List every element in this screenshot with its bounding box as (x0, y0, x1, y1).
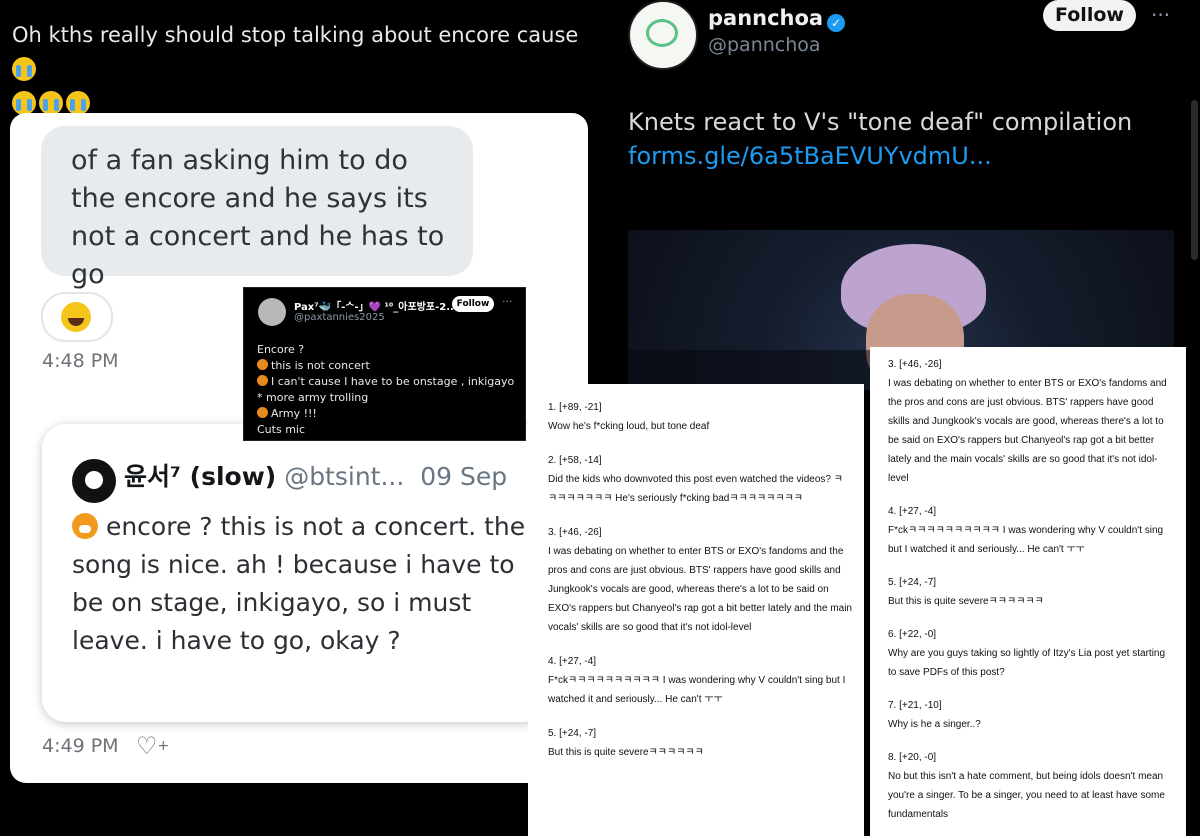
caption: Oh kths really should stop talking about… (12, 18, 612, 120)
reaction-chip[interactable] (41, 292, 113, 342)
quoted-tweet-text: encore ? this is not a concert. the song… (72, 512, 526, 655)
comment-item: 1. [+89, -21] Wow he's f*cking loud, but … (548, 398, 852, 436)
follow-button[interactable]: Follow (1043, 0, 1136, 31)
quoted-author-handle[interactable]: @btsint... (284, 462, 404, 491)
crying-face-icon (39, 91, 63, 115)
more-options-icon[interactable]: ··· (502, 295, 513, 308)
tweet-line: this is not concert (257, 358, 519, 374)
caption-text: Oh kths really should stop talking about… (12, 23, 579, 47)
comment-score: 3. [+46, -26] (888, 359, 942, 370)
avatar[interactable] (258, 298, 286, 326)
avatar[interactable] (72, 459, 116, 503)
tweet-line: Army !!! (257, 406, 519, 422)
post-link[interactable]: forms.gle/6a5tBaEVUYvdmU... (628, 142, 992, 170)
more-options-icon[interactable]: ··· (1151, 3, 1170, 27)
laughing-tears-icon (61, 302, 91, 332)
comment-score: 4. [+27, -4] (888, 506, 937, 517)
post-author-name[interactable]: pannchoa ✓ (708, 6, 846, 32)
tiger-face-icon (72, 513, 98, 539)
message-time: 4:49 PM (42, 735, 119, 757)
comment-text: Why are you guys taking so lightly of It… (888, 648, 1166, 678)
embedded-tweet[interactable]: Pax⁷🐳「-ᄉ-」💜 ¹⁰_아포방포-2... @paxtannies2025… (243, 287, 526, 441)
comment-sheet: 1. [+89, -21] Wow he's f*cking loud, but … (528, 384, 864, 836)
tweet-line: * more army trolling (257, 391, 369, 404)
tiger-face-icon (257, 407, 268, 418)
comment-text: But this is quite severeㅋㅋㅋㅋㅋㅋ (888, 596, 1044, 607)
comment-score: 2. [+58, -14] (548, 455, 602, 466)
tweet-line: Cuts mic (257, 423, 306, 436)
comment-item: 3. [+46, -26] I was debating on whether t… (888, 355, 1176, 488)
tweet-author-name[interactable]: Pax⁷🐳「-ᄉ-」💜 ¹⁰_아포방포-2... (294, 298, 458, 313)
crying-face-icon (12, 57, 36, 81)
comment-score: 8. [+20, -0] (888, 752, 937, 763)
heart-plus-icon[interactable]: ♡+ (136, 733, 169, 759)
comment-text: Why is he a singer..? (888, 719, 981, 730)
tweet-line: Encore ? (257, 343, 305, 356)
comment-item: 8. [+20, -0] No but this isn't a hate com… (888, 748, 1176, 824)
comment-item: 4. [+27, -4] F*ckㅋㅋㅋㅋㅋㅋㅋㅋㅋㅋ I was wonderi… (888, 502, 1176, 559)
comment-text: F*ckㅋㅋㅋㅋㅋㅋㅋㅋㅋㅋ I was wondering why V cou… (888, 525, 1164, 555)
post-author-handle[interactable]: @pannchoa (708, 34, 821, 56)
comment-text: I was debating on whether to enter BTS o… (888, 378, 1167, 484)
comment-item: 2. [+58, -14] Did the kids who downvoted … (548, 451, 852, 508)
comment-text: I was debating on whether to enter BTS o… (548, 546, 852, 633)
comment-score: 1. [+89, -21] (548, 402, 602, 413)
tweet-author-handle[interactable]: @paxtannies2025 (294, 312, 385, 323)
message-time: 4:48 PM (42, 350, 119, 372)
comment-text: No but this isn't a hate comment, but be… (888, 771, 1165, 820)
comment-text: Wow he's f*cking loud, but tone deaf (548, 421, 710, 432)
crying-face-icon (12, 91, 36, 115)
quoted-author-name[interactable]: 윤서⁷ (slow) (124, 462, 276, 491)
tiger-face-icon (257, 375, 268, 386)
tiger-face-icon (257, 359, 268, 370)
quoted-tweet-body: encore ? this is not a concert. the song… (72, 508, 542, 660)
comment-score: 3. [+46, -26] (548, 527, 602, 538)
comment-text: But this is quite severeㅋㅋㅋㅋㅋㅋ (548, 747, 704, 758)
comment-item: 4. [+27, -4] F*ckㅋㅋㅋㅋㅋㅋㅋㅋㅋㅋ I was wonderi… (548, 652, 852, 709)
tweet-body: Encore ? this is not concert I can't cau… (257, 342, 519, 438)
comment-item: 5. [+24, -7] But this is quite severeㅋㅋㅋㅋ… (548, 724, 852, 762)
bubble-text: of a fan asking him to do the encore and… (71, 145, 445, 290)
comment-score: 5. [+24, -7] (548, 728, 597, 739)
message-bubble: of a fan asking him to do the encore and… (41, 126, 473, 290)
follow-button[interactable]: Follow (452, 296, 494, 312)
comment-item: 3. [+46, -26] I was debating on whether t… (548, 523, 852, 637)
comment-item: 7. [+21, -10] Why is he a singer..? (888, 696, 1176, 734)
scrollbar[interactable] (1191, 100, 1198, 260)
comment-item: 6. [+22, -0] Why are you guys taking so l… (888, 625, 1176, 682)
comment-text: Did the kids who downvoted this post eve… (548, 474, 843, 504)
crying-face-icon (66, 91, 90, 115)
comment-score: 4. [+27, -4] (548, 656, 597, 667)
comment-score: 5. [+24, -7] (888, 577, 937, 588)
comment-text: F*ckㅋㅋㅋㅋㅋㅋㅋㅋㅋㅋ I was wondering why V cou… (548, 675, 846, 705)
comment-sheet: 3. [+46, -26] I was debating on whether t… (870, 347, 1186, 836)
tweet-line: I can't cause I have to be onstage , ink… (257, 374, 519, 390)
comment-score: 7. [+21, -10] (888, 700, 942, 711)
post-text: Knets react to V's "tone deaf" compilati… (628, 108, 1133, 136)
comment-score: 6. [+22, -0] (888, 629, 937, 640)
quoted-tweet-card[interactable]: 윤서⁷ (slow) @btsint... 09 Sep encore ? th… (42, 424, 547, 722)
comment-item: 5. [+24, -7] But this is quite severeㅋㅋㅋㅋ… (888, 573, 1176, 611)
quoted-date: 09 Sep (420, 462, 508, 491)
verified-badge-icon: ✓ (827, 14, 846, 32)
avatar[interactable] (628, 0, 698, 70)
quoted-tweet-header: 윤서⁷ (slow) @btsint... 09 Sep (124, 457, 507, 493)
